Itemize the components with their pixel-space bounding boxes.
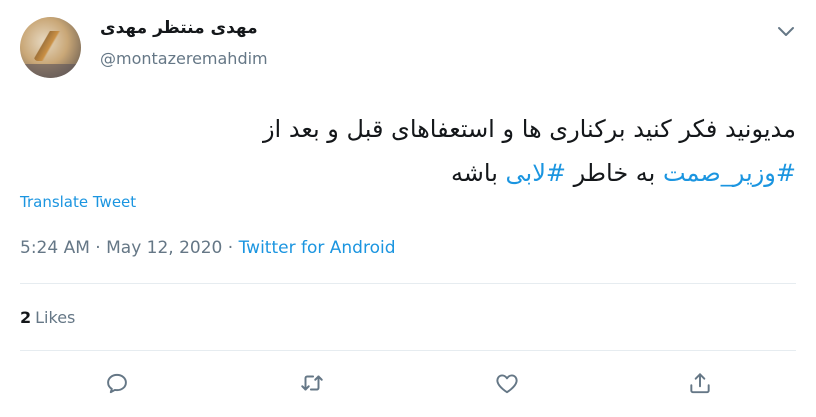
tweet-line-1: مدیونید فکر کنید برکناری ها و استعفاهای … (262, 115, 796, 143)
likes-label: Likes (35, 308, 76, 327)
divider (20, 283, 796, 284)
translate-tweet-link[interactable]: Translate Tweet (20, 193, 136, 211)
likes-count: 2 (20, 308, 32, 327)
tweet-text-segment: باشه (450, 159, 506, 187)
separator: · (89, 238, 107, 258)
tweet-meta: 5:24 AM · May 12, 2020 · Twitter for And… (20, 238, 395, 258)
display-name-text: مهدی منتظر مهدی (100, 18, 258, 38)
divider (20, 350, 796, 351)
likes-stat[interactable]: 2 Likes (20, 308, 75, 327)
avatar-band (20, 64, 81, 78)
avatar[interactable] (20, 17, 81, 78)
hashtag-link[interactable]: #وزیر_صمت (663, 159, 796, 187)
share-icon[interactable] (687, 370, 713, 396)
chevron-down-icon[interactable] (776, 24, 796, 40)
tweet-date[interactable]: May 12, 2020 (106, 238, 222, 258)
avatar-calligraphy (34, 31, 68, 61)
tweet-text: مدیونید فکر کنید برکناری ها و استعفاهای … (20, 107, 796, 195)
tweet-line-2: #وزیر_صمت به خاطر #لابی باشه (20, 151, 796, 195)
action-bar (0, 370, 816, 396)
like-icon[interactable] (494, 370, 520, 396)
display-name[interactable]: مهدی منتظر مهدی (100, 18, 290, 38)
tweet-source-link[interactable]: Twitter for Android (239, 238, 396, 258)
tweet-time[interactable]: 5:24 AM (20, 238, 90, 258)
user-handle[interactable]: @montazeremahdim (100, 49, 268, 68)
hashtag-link[interactable]: #لابی (506, 159, 566, 187)
tweet-text-segment: به خاطر (566, 159, 663, 187)
retweet-icon[interactable] (299, 370, 325, 396)
reply-icon[interactable] (104, 370, 130, 396)
separator: · (222, 238, 239, 258)
